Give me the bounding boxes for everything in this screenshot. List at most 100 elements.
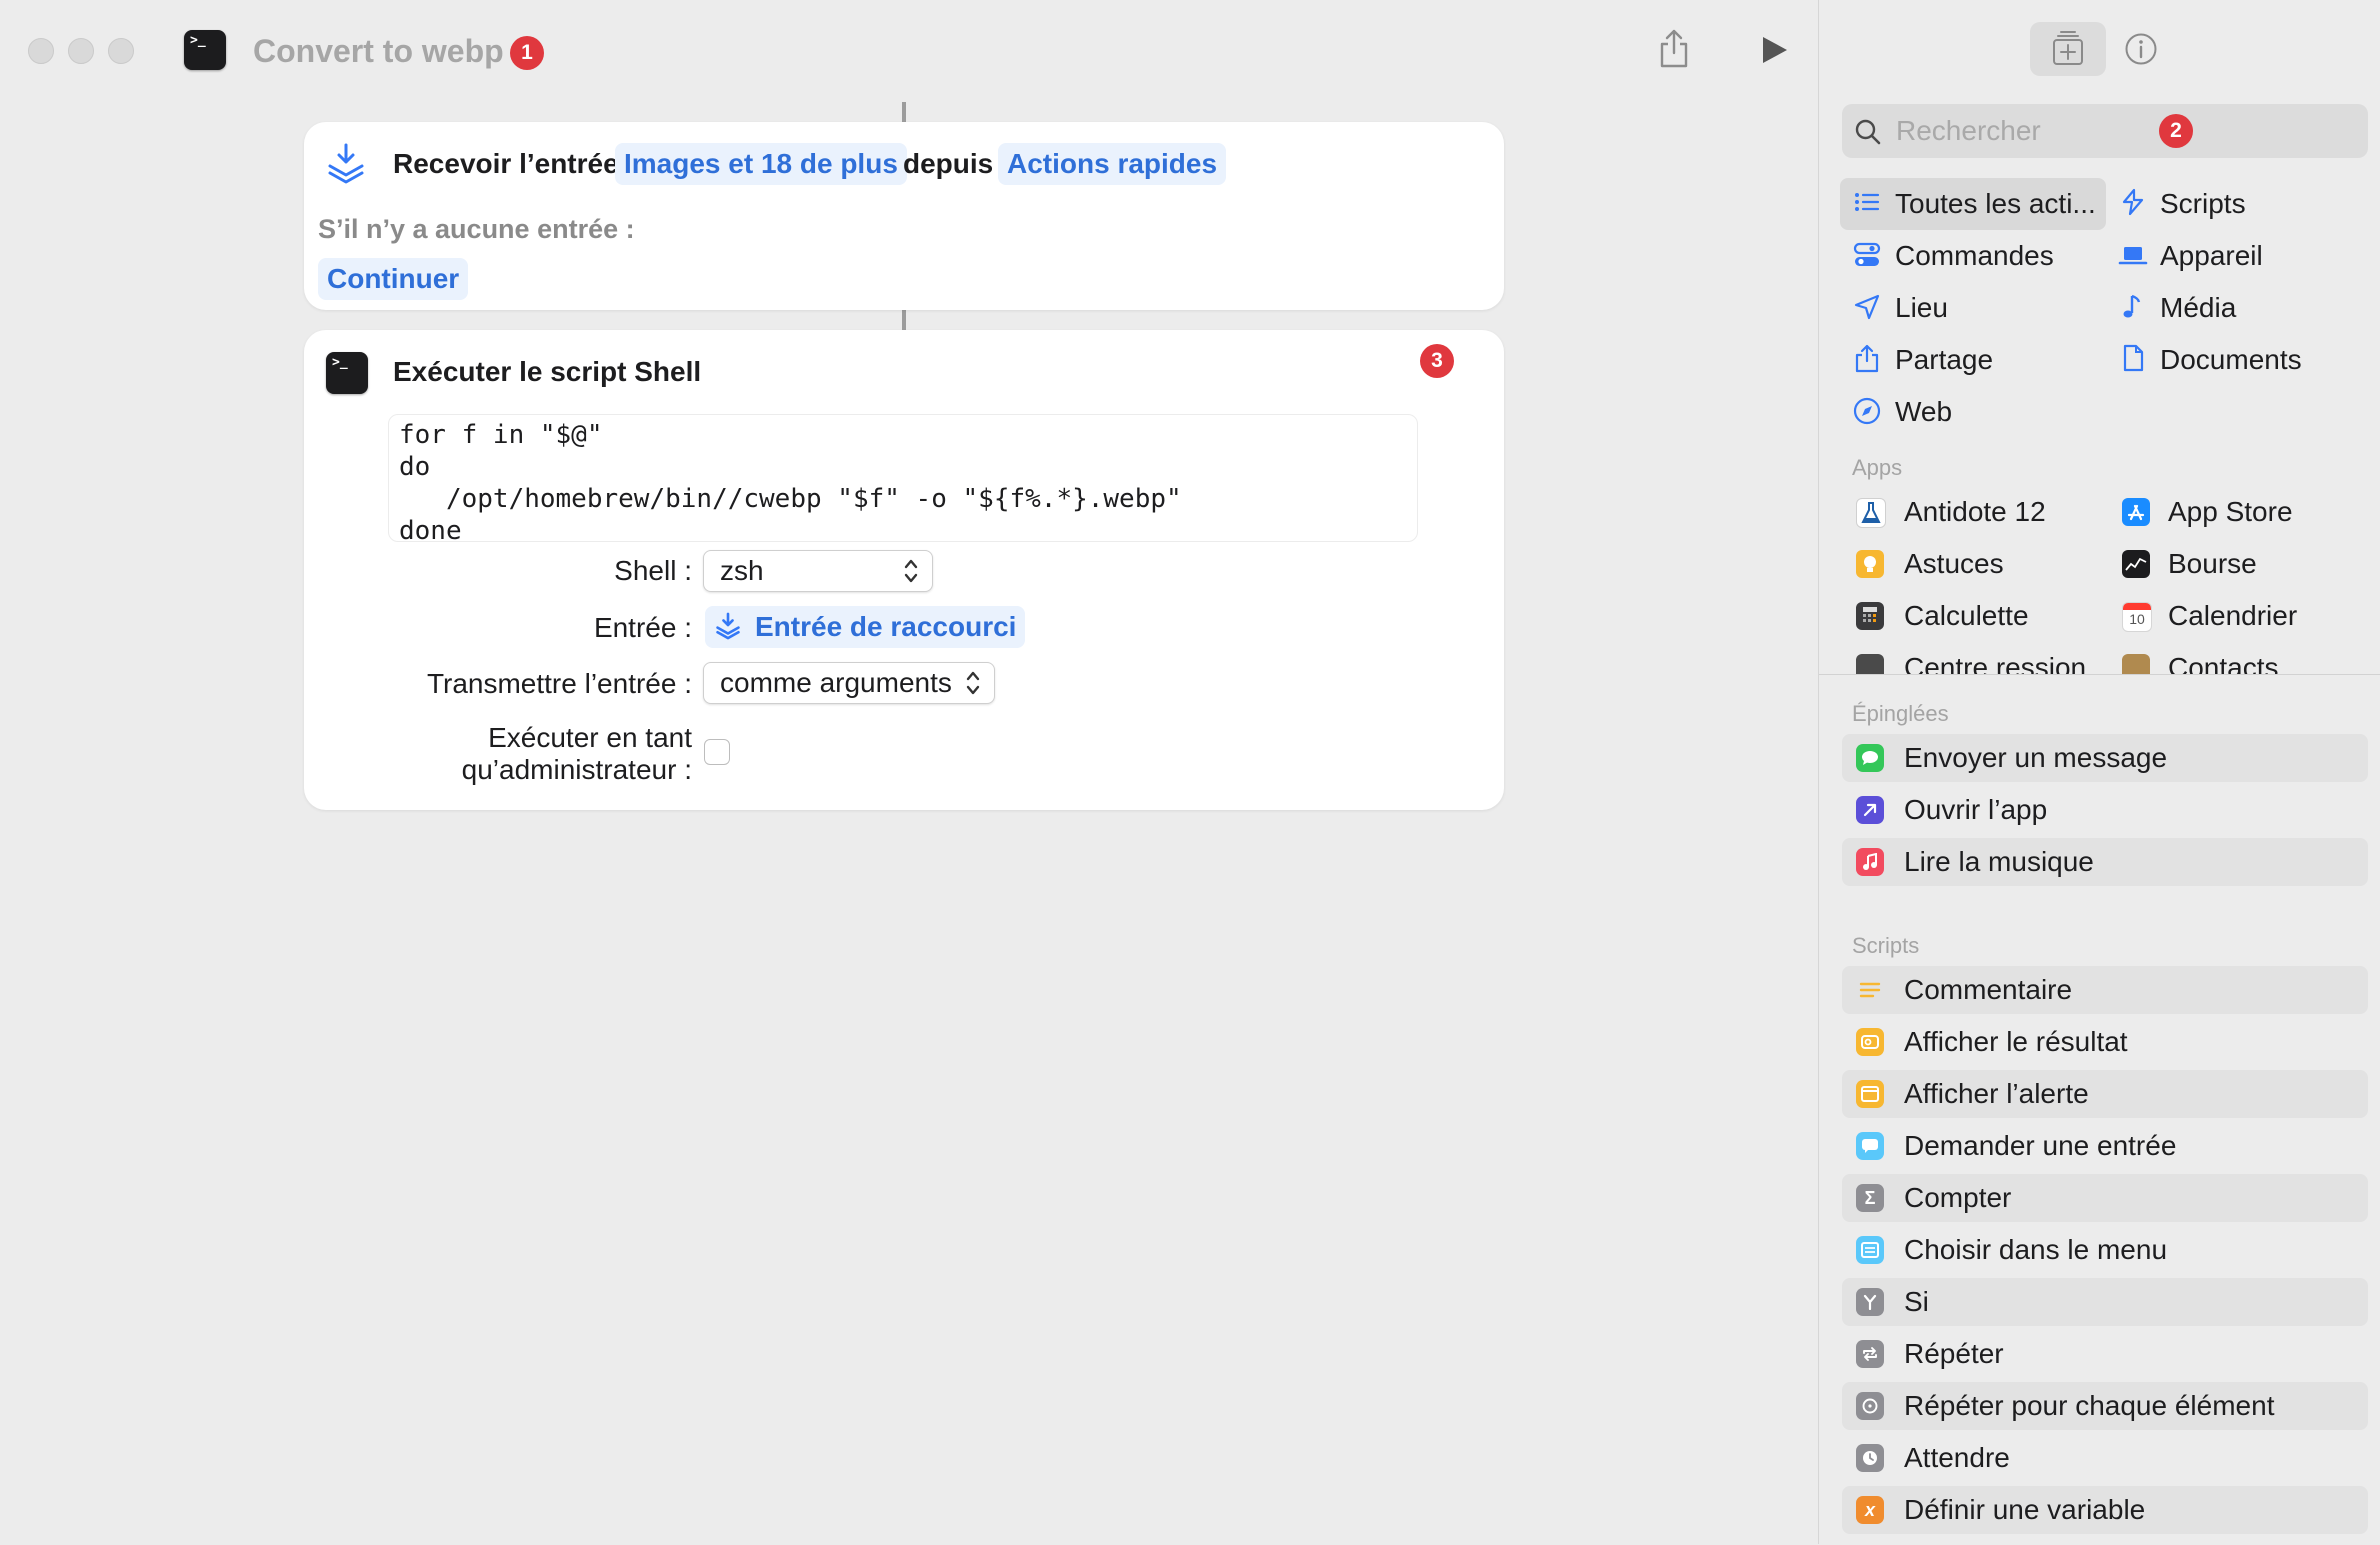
script-choose-from-menu[interactable]: Choisir dans le menu [1842, 1226, 2368, 1274]
category-lieu[interactable]: Lieu [1895, 291, 1948, 325]
pinned-play-music-label: Lire la musique [1904, 846, 2094, 877]
script-repeat-label: Répéter [1904, 1338, 2004, 1369]
shortcut-terminal-icon [184, 30, 226, 70]
search-icon [1855, 119, 1881, 145]
title-badge: 1 [510, 36, 544, 70]
chevron-updown-icon [966, 671, 980, 695]
script-repeat-each[interactable]: Répéter pour chaque élément [1842, 1382, 2368, 1430]
variable-x-icon: x [1856, 1496, 1884, 1524]
category-web[interactable]: Web [1895, 395, 1952, 429]
category-scripts[interactable]: Scripts [2160, 187, 2246, 221]
script-comment[interactable]: Commentaire [1842, 966, 2368, 1014]
minimize-window-button[interactable] [68, 38, 94, 64]
shell-select[interactable]: zsh [703, 550, 933, 592]
list-icon [1855, 193, 1880, 211]
app-astuces[interactable]: Astuces [1904, 547, 2004, 581]
comment-lines-icon [1856, 976, 1884, 1004]
ask-input-bubble-icon [1856, 1132, 1884, 1160]
search-placeholder: Rechercher [1896, 115, 2041, 146]
toggles-icon[interactable] [1852, 240, 1882, 270]
script-show-alert[interactable]: Afficher l’alerte [1842, 1070, 2368, 1118]
laptop-icon[interactable] [2118, 240, 2148, 270]
app-antidote[interactable]: Antidote 12 [1904, 495, 2046, 529]
run-as-admin-label-line2: qu’administrateur : [461, 754, 692, 785]
script-repeat-each-label: Répéter pour chaque élément [1904, 1390, 2275, 1421]
script-repeat[interactable]: Répéter [1842, 1330, 2368, 1378]
from-label: depuis [903, 148, 994, 179]
add-action-library-icon [2053, 31, 2083, 65]
shell-label: Shell : [614, 555, 692, 586]
scripts-icon[interactable] [2118, 187, 2148, 217]
pinned-open-app[interactable]: Ouvrir l’app [1842, 786, 2368, 834]
app-bourse[interactable]: Bourse [2168, 547, 2257, 581]
script-wait-label: Attendre [1904, 1442, 2010, 1473]
script-show-result-label: Afficher le résultat [1904, 1026, 2128, 1057]
open-app-arrow-icon [1856, 796, 1884, 824]
music-note-icon[interactable] [2118, 292, 2148, 322]
repeat-each-icon [1856, 1392, 1884, 1420]
script-count[interactable]: Σ Compter [1842, 1174, 2368, 1222]
close-window-button[interactable] [28, 38, 54, 64]
app-app-store[interactable]: App Store [2168, 495, 2293, 529]
repeat-icon [1856, 1340, 1884, 1368]
flow-connector [902, 102, 906, 122]
app-calendrier[interactable]: Calendrier [2168, 599, 2297, 633]
scripts-section-title: Scripts [1852, 933, 1920, 958]
script-set-variable-label: Définir une variable [1904, 1494, 2146, 1525]
category-appareil[interactable]: Appareil [2160, 239, 2263, 273]
no-input-continue-token[interactable]: Continuer [318, 258, 469, 300]
shell-action-title: Exécuter le script Shell [393, 356, 702, 387]
share-icon[interactable] [1658, 28, 1690, 68]
script-ask-input[interactable]: Demander une entrée [1842, 1122, 2368, 1170]
script-if[interactable]: Si [1842, 1278, 2368, 1326]
script-wait[interactable]: Attendre [1842, 1434, 2368, 1482]
script-editor[interactable]: for f in "$@" do /opt/homebrew/bin//cweb… [388, 414, 1418, 546]
compass-icon[interactable] [1852, 396, 1882, 426]
antidote-app-icon [1856, 498, 1886, 528]
calculator-app-icon [1856, 602, 1884, 630]
apps-section-title: Apps [1852, 455, 1903, 480]
run-as-admin-label-line1: Exécuter en tant [488, 722, 692, 753]
pinned-section-title: Épinglées [1852, 701, 1949, 726]
script-comment-label: Commentaire [1904, 974, 2073, 1005]
calendar-day: 10 [2129, 611, 2145, 627]
app-store-icon [2122, 498, 2150, 526]
category-commandes[interactable]: Commandes [1895, 239, 2054, 273]
share-icon[interactable] [1852, 343, 1882, 373]
zoom-window-button[interactable] [108, 38, 134, 64]
category-partage[interactable]: Partage [1895, 343, 1993, 377]
pinned-open-app-label: Ouvrir l’app [1904, 794, 2048, 825]
pass-input-select[interactable]: comme arguments [703, 662, 995, 704]
run-as-admin-checkbox[interactable] [704, 739, 730, 765]
alert-window-icon [1856, 1080, 1884, 1108]
app-calculette[interactable]: Calculette [1904, 599, 2029, 633]
pass-input-select-value: comme arguments [720, 667, 952, 698]
document-icon[interactable] [2118, 343, 2148, 373]
shortcut-input-token[interactable]: Entrée de raccourci [705, 606, 1026, 648]
show-result-icon [1856, 1028, 1884, 1056]
input-types-token[interactable]: Images et 18 de plus [615, 143, 907, 185]
pinned-send-message[interactable]: Envoyer un message [1842, 734, 2368, 782]
script-show-result[interactable]: Afficher le résultat [1842, 1018, 2368, 1066]
sigma-icon: Σ [1856, 1184, 1884, 1212]
script-set-variable[interactable]: x Définir une variable [1842, 1486, 2368, 1534]
category-documents[interactable]: Documents [2160, 343, 2302, 377]
pass-input-label: Transmettre l’entrée : [426, 668, 692, 699]
script-count-label: Compter [1904, 1182, 2012, 1213]
location-arrow-icon[interactable] [1852, 292, 1882, 322]
script-if-label: Si [1904, 1286, 1929, 1317]
shell-action-badge: 3 [1420, 344, 1454, 378]
script-choose-from-menu-label: Choisir dans le menu [1904, 1234, 2168, 1265]
flow-connector [902, 308, 906, 330]
pinned-play-music[interactable]: Lire la musique [1842, 838, 2368, 886]
shell-select-value: zsh [720, 555, 764, 586]
clock-icon [1856, 1444, 1884, 1472]
receive-input-icon [328, 143, 364, 184]
category-media[interactable]: Média [2160, 291, 2236, 325]
search-badge: 2 [2159, 114, 2193, 148]
chevron-updown-icon [904, 559, 918, 583]
pinned-send-message-label: Envoyer un message [1904, 742, 2168, 773]
info-icon[interactable] [2124, 32, 2158, 66]
source-token[interactable]: Actions rapides [998, 143, 1227, 185]
run-play-icon[interactable] [1758, 34, 1790, 66]
